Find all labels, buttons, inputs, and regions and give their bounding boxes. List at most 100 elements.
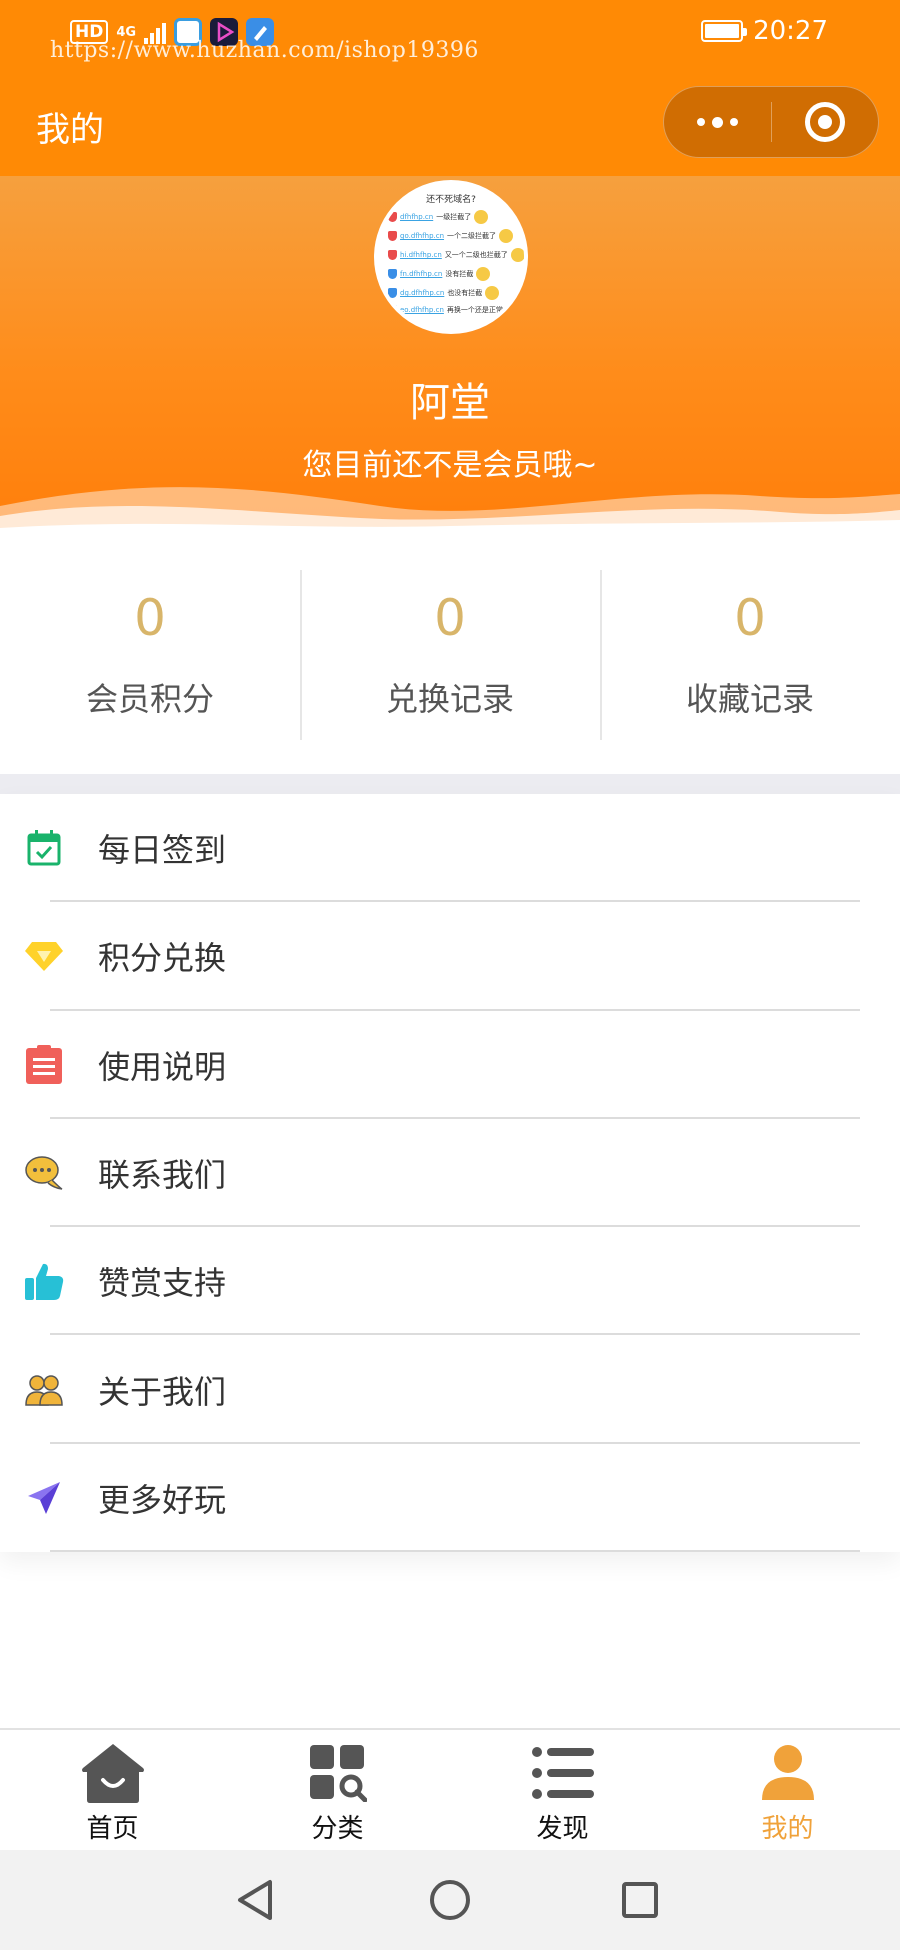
- emoji-icon: [476, 267, 491, 281]
- stat-favorites[interactable]: 0 收藏记录: [600, 536, 900, 774]
- avatar-link: dfhfhp.cn: [400, 213, 434, 221]
- page-title: 我的: [36, 110, 104, 150]
- emoji-icon: [485, 286, 500, 300]
- shield-icon: [388, 231, 397, 241]
- profile-header: 还不死域名? dfhfhp.cn 一级拦截了 go.dfhfhp.cn 一个二级拦截了…: [0, 176, 900, 536]
- shield-icon: [388, 269, 397, 279]
- status-bar: HD 4G https://www.huzhan.com/ishop19396 …: [0, 0, 900, 70]
- recents-square-icon: [622, 1882, 658, 1918]
- tab-home[interactable]: 首页: [0, 1730, 225, 1850]
- avatar-text: 一个二级拦截了: [447, 232, 497, 240]
- stat-points[interactable]: 0 会员积分: [0, 536, 300, 774]
- avatar-link: hi.dfhfhp.cn: [400, 251, 442, 259]
- menu-item-label: 联系我们: [98, 1156, 227, 1195]
- target-icon: [805, 102, 845, 142]
- wave-decoration: [0, 487, 900, 536]
- menu-item-more-fun[interactable]: 更多好玩: [0, 1444, 900, 1553]
- more-button[interactable]: [664, 87, 771, 157]
- paper-plane-icon: [24, 1478, 64, 1518]
- menu-item-points-exchange[interactable]: 积分兑换: [0, 902, 900, 1011]
- home-button[interactable]: [426, 1876, 474, 1924]
- tab-label: 我的: [761, 1814, 814, 1844]
- avatar[interactable]: 还不死域名? dfhfhp.cn 一级拦截了 go.dfhfhp.cn 一个二级拦截了…: [374, 180, 528, 334]
- tab-label: 首页: [86, 1814, 139, 1844]
- tab-label: 发现: [536, 1814, 589, 1844]
- avatar-line: eo.dfhfhp.cn 再换一个还是正常: [388, 305, 503, 315]
- home-circle-icon: [430, 1880, 470, 1920]
- avatar-text: 没有拦截: [445, 270, 474, 278]
- list-icon: [530, 1742, 596, 1804]
- diamond-icon: [24, 936, 64, 976]
- shield-icon: [388, 288, 397, 298]
- menu-item-daily-checkin[interactable]: 每日签到: [0, 794, 900, 903]
- recents-button[interactable]: [616, 1876, 664, 1924]
- stat-label: 会员积分: [85, 680, 214, 718]
- back-button[interactable]: [232, 1876, 280, 1924]
- shield-icon: [388, 212, 397, 222]
- avatar-line: dg.dfhfhp.cn 也没有拦截: [388, 286, 500, 300]
- watermark-url: https://www.huzhan.com/ishop19396: [50, 38, 479, 63]
- menu-item-label: 关于我们: [98, 1372, 227, 1411]
- menu-item-label: 每日签到: [98, 831, 227, 870]
- menu-item-label: 使用说明: [98, 1047, 227, 1086]
- stats-panel: 0 会员积分 0 兑换记录 0 收藏记录: [0, 536, 900, 774]
- avatar-line: go.dfhfhp.cn 一个二级拦截了: [388, 229, 514, 243]
- thumbs-up-icon: [24, 1261, 64, 1301]
- stat-label: 收藏记录: [685, 680, 814, 718]
- network-type: 4G: [116, 24, 137, 40]
- dots-icon: [697, 118, 705, 126]
- system-navigation-bar: [0, 1850, 900, 1950]
- menu-item-instructions[interactable]: 使用说明: [0, 1011, 900, 1120]
- stat-exchange-records[interactable]: 0 兑换记录: [300, 536, 600, 774]
- shield-icon: [388, 305, 397, 315]
- calendar-check-icon: [24, 828, 64, 868]
- avatar-text: 又一个二级也拦截了: [444, 251, 508, 259]
- avatar-text: 再换一个还是正常: [446, 306, 503, 314]
- avatar-line: hi.dfhfhp.cn 又一个二级也拦截了: [388, 248, 524, 262]
- menu-item-appreciation[interactable]: 赞赏支持: [0, 1227, 900, 1336]
- avatar-link: dg.dfhfhp.cn: [400, 289, 445, 297]
- avatar-line: dfhfhp.cn 一级拦截了: [388, 210, 489, 224]
- tab-category[interactable]: 分类: [225, 1730, 450, 1850]
- menu-list: 每日签到 积分兑换 使用说明 联系我们 赞赏支持 关于我们 更多好玩: [0, 794, 900, 1553]
- home-icon: [80, 1742, 146, 1804]
- avatar-title: 还不死域名?: [426, 195, 476, 205]
- back-triangle-icon: [238, 1880, 272, 1920]
- stat-value: 0: [134, 589, 166, 647]
- stat-label: 兑换记录: [385, 680, 514, 718]
- menu-item-label: 赞赏支持: [98, 1264, 227, 1303]
- tab-mine[interactable]: 我的: [675, 1730, 900, 1850]
- battery-icon: [701, 20, 748, 42]
- stat-value: 0: [434, 589, 466, 647]
- top-bar: HD 4G https://www.huzhan.com/ishop19396 …: [0, 0, 900, 176]
- mini-program-capsule: [663, 86, 879, 158]
- tab-label: 分类: [311, 1814, 364, 1844]
- menu-item-about-us[interactable]: 关于我们: [0, 1335, 900, 1445]
- clock: 20:27: [753, 16, 828, 46]
- emoji-icon: [499, 229, 514, 243]
- menu-item-label: 积分兑换: [98, 939, 227, 978]
- tab-bar: 首页 分类 发现 我的: [0, 1728, 900, 1850]
- chat-bubble-icon: [24, 1153, 64, 1193]
- close-button[interactable]: [772, 87, 878, 157]
- avatar-text: 一级拦截了: [436, 213, 472, 221]
- emoji-icon: [510, 248, 524, 262]
- avatar-link: fn.dfhfhp.cn: [400, 270, 443, 278]
- emoji-icon: [474, 210, 489, 224]
- section-divider: [0, 774, 900, 794]
- user-name: 阿堂: [410, 380, 490, 426]
- person-icon: [755, 1742, 821, 1804]
- avatar-link: go.dfhfhp.cn: [400, 232, 445, 240]
- users-icon: [24, 1370, 64, 1410]
- avatar-line: fn.dfhfhp.cn 没有拦截: [388, 267, 491, 281]
- avatar-text: 也没有拦截: [447, 289, 483, 297]
- document-icon: [24, 1044, 64, 1085]
- menu-item-contact-us[interactable]: 联系我们: [0, 1119, 900, 1228]
- category-icon: [305, 1742, 371, 1804]
- menu-item-label: 更多好玩: [98, 1480, 227, 1519]
- shield-icon: [388, 250, 397, 260]
- status-right: 20:27: [701, 16, 828, 46]
- stat-value: 0: [734, 589, 766, 647]
- avatar-link: eo.dfhfhp.cn: [400, 306, 444, 314]
- tab-discover[interactable]: 发现: [450, 1730, 675, 1850]
